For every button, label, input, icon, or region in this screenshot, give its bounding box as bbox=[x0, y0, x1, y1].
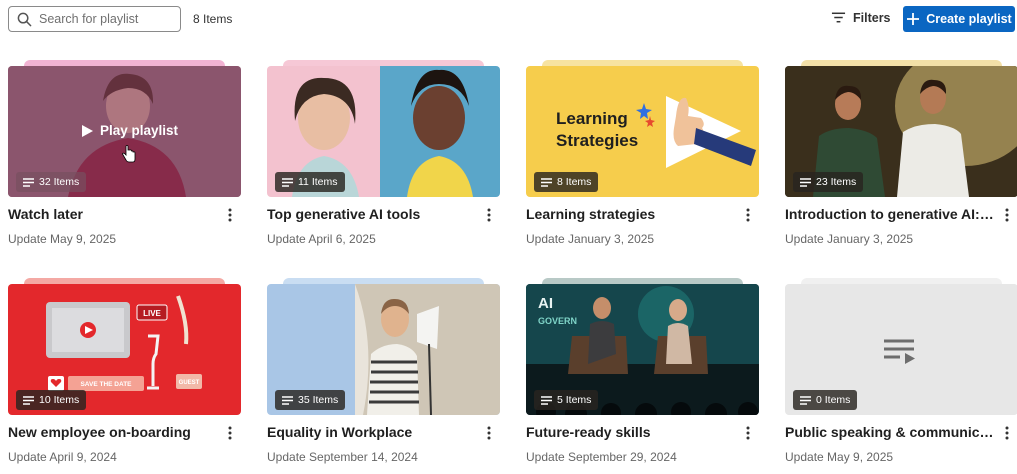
playlist-updated-date: Update September 29, 2024 bbox=[526, 450, 677, 464]
item-count-label: 5 Items bbox=[557, 394, 592, 406]
playlist-icon bbox=[541, 177, 552, 187]
playlist-placeholder-icon bbox=[884, 339, 915, 364]
item-count-badge: 8 Items bbox=[534, 172, 599, 192]
more-options-icon[interactable] bbox=[1001, 424, 1013, 442]
search-icon bbox=[17, 12, 32, 26]
playlist-card[interactable]: 23 Items Introduction to generative AI: … bbox=[785, 60, 1017, 265]
filters-label: Filters bbox=[853, 10, 891, 25]
playlist-card[interactable]: Learning Strategies 8 Items Learning str… bbox=[526, 60, 759, 265]
playlist-thumbnail[interactable]: Play playlist 32 Items bbox=[8, 66, 241, 197]
item-count: 8 Items bbox=[193, 12, 233, 26]
playlist-thumbnail[interactable]: 35 Items bbox=[267, 284, 500, 415]
toolbar: 8 Items Filters Create playlist bbox=[0, 0, 1017, 38]
hand-cursor-icon bbox=[122, 145, 136, 163]
playlist-card[interactable]: LIVE GUEST SAVE THE DATE 10 Items New em… bbox=[8, 278, 241, 474]
playlist-icon bbox=[23, 177, 34, 187]
playlist-thumbnail[interactable]: 0 Items bbox=[785, 284, 1017, 415]
playlist-thumbnail[interactable]: LIVE GUEST SAVE THE DATE 10 Items bbox=[8, 284, 241, 415]
more-options-icon[interactable] bbox=[483, 206, 495, 224]
playlist-icon bbox=[800, 177, 811, 187]
item-count-label: 11 Items bbox=[298, 176, 338, 188]
playlist-updated-date: Update January 3, 2025 bbox=[785, 232, 914, 246]
playlist-thumbnail[interactable]: 11 Items bbox=[267, 66, 500, 197]
playlist-updated-date: Update April 6, 2025 bbox=[267, 232, 376, 246]
playlist-card[interactable]: 11 Items Top generative AI tools Update … bbox=[267, 60, 500, 265]
playlist-card[interactable]: Play playlist 32 Items Watch later Updat… bbox=[8, 60, 241, 265]
item-count-label: 0 Items bbox=[816, 394, 851, 406]
thumbnail-govern-text: GOVERN bbox=[538, 316, 577, 326]
playlist-thumbnail[interactable]: Learning Strategies 8 Items bbox=[526, 66, 759, 197]
playlist-updated-date: Update September 14, 2024 bbox=[267, 450, 418, 464]
thumbnail-text-strategies: Strategies bbox=[556, 131, 638, 150]
item-count-badge: 35 Items bbox=[275, 390, 346, 410]
more-options-icon[interactable] bbox=[224, 424, 236, 442]
playlist-updated-date: Update May 9, 2025 bbox=[785, 450, 894, 464]
item-count-badge: 23 Items bbox=[793, 172, 864, 192]
more-options-icon[interactable] bbox=[742, 206, 754, 224]
more-options-icon[interactable] bbox=[483, 424, 495, 442]
playlist-title[interactable]: Watch later bbox=[8, 206, 218, 222]
create-playlist-label: Create playlist bbox=[926, 12, 1012, 26]
playlist-thumbnail[interactable]: 23 Items bbox=[785, 66, 1017, 197]
item-count-label: 23 Items bbox=[816, 176, 857, 188]
item-count-badge: 0 Items bbox=[793, 390, 858, 410]
playlist-updated-date: Update January 3, 2025 bbox=[526, 232, 655, 246]
playlist-icon bbox=[541, 395, 552, 405]
play-playlist-button[interactable]: Play playlist bbox=[82, 123, 178, 138]
play-icon bbox=[82, 124, 93, 137]
search-input[interactable] bbox=[39, 12, 179, 26]
play-playlist-label: Play playlist bbox=[100, 123, 179, 138]
playlist-updated-date: Update May 9, 2025 bbox=[8, 232, 117, 246]
playlist-title[interactable]: Equality in Workplace bbox=[267, 424, 477, 440]
playlist-icon bbox=[282, 395, 293, 405]
item-count-label: 35 Items bbox=[298, 394, 339, 406]
search-box[interactable] bbox=[8, 6, 181, 32]
playlist-icon bbox=[23, 395, 34, 405]
thumbnail-text-learning: Learning bbox=[556, 109, 628, 128]
playlist-thumbnail[interactable]: AI GOVERN 5 Items bbox=[526, 284, 759, 415]
playlist-icon bbox=[282, 177, 293, 187]
playlist-title[interactable]: Top generative AI tools bbox=[267, 206, 477, 222]
playlist-updated-date: Update April 9, 2024 bbox=[8, 450, 117, 464]
playlist-card[interactable]: 35 Items Equality in Workplace Update Se… bbox=[267, 278, 500, 474]
item-count-label: 32 Items bbox=[39, 176, 80, 188]
playlist-title[interactable]: Public speaking & communicatio... bbox=[785, 424, 995, 440]
playlist-title[interactable]: New employee on-boarding bbox=[8, 424, 218, 440]
thumbnail-ai-text: AI bbox=[538, 295, 553, 312]
filters-button[interactable]: Filters bbox=[831, 10, 891, 25]
playlist-title[interactable]: Learning strategies bbox=[526, 206, 736, 222]
thumbnail-guest-text: GUEST bbox=[179, 380, 200, 386]
plus-icon bbox=[907, 13, 920, 25]
item-count-badge: 5 Items bbox=[534, 390, 599, 410]
item-count-badge: 32 Items bbox=[16, 172, 87, 192]
playlist-card[interactable]: 0 Items Public speaking & communicatio..… bbox=[785, 278, 1017, 474]
more-options-icon[interactable] bbox=[742, 424, 754, 442]
item-count-badge: 11 Items bbox=[275, 172, 345, 192]
playlist-title[interactable]: Future-ready skills bbox=[526, 424, 736, 440]
create-playlist-button[interactable]: Create playlist bbox=[903, 6, 1015, 32]
thumbnail-live-text: LIVE bbox=[143, 309, 161, 318]
more-options-icon[interactable] bbox=[1001, 206, 1013, 224]
thumbnail-save-date-text: SAVE THE DATE bbox=[80, 381, 132, 388]
item-count-label: 10 Items bbox=[39, 394, 80, 406]
playlist-icon bbox=[800, 395, 811, 405]
more-options-icon[interactable] bbox=[224, 206, 236, 224]
filter-icon bbox=[831, 12, 846, 23]
playlist-card[interactable]: AI GOVERN 5 Items Future-ready skills Up… bbox=[526, 278, 759, 474]
item-count-label: 8 Items bbox=[557, 176, 592, 188]
playlist-title[interactable]: Introduction to generative AI: U... bbox=[785, 206, 995, 222]
item-count-badge: 10 Items bbox=[16, 390, 87, 410]
